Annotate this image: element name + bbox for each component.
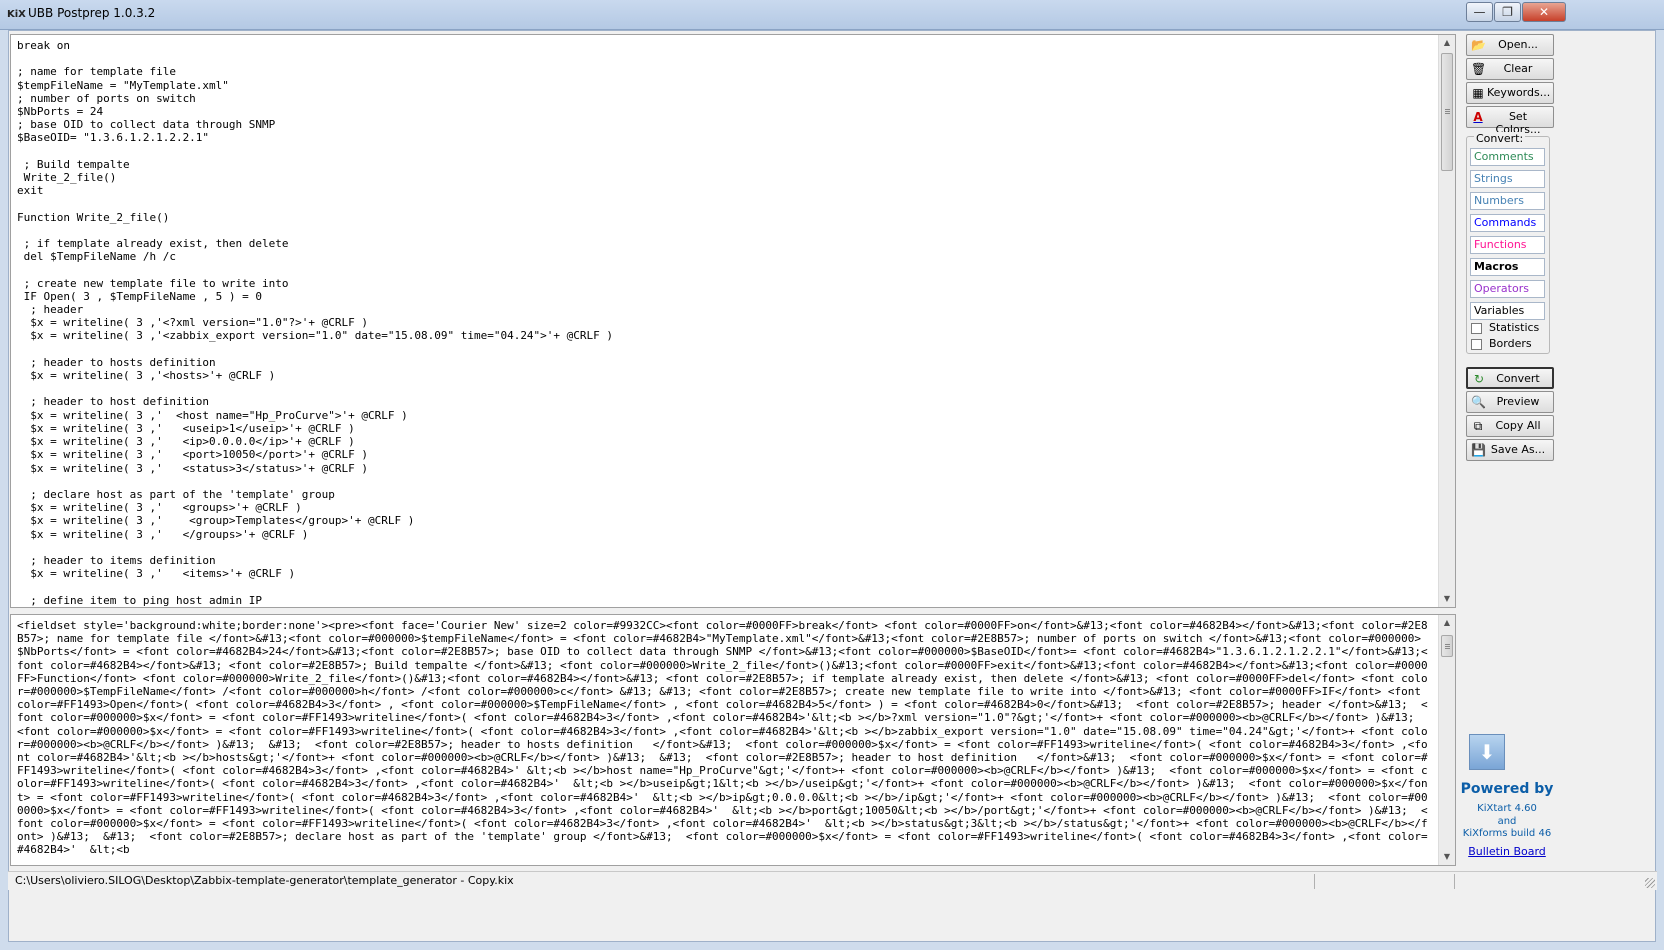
color-functions[interactable]: Functions	[1470, 236, 1545, 254]
checkbox-box[interactable]	[1471, 339, 1482, 350]
window-title: UBB Postprep 1.0.3.2	[28, 6, 156, 20]
html-output[interactable]: <fieldset style='background:white;border…	[10, 614, 1456, 866]
folder-icon: 📂	[1471, 38, 1486, 52]
color-macros[interactable]: Macros	[1470, 258, 1545, 276]
kixtart-version: KiXtart 4.60	[1477, 803, 1537, 814]
save-as-button[interactable]: 💾 Save As...	[1466, 439, 1554, 461]
minimize-button[interactable]: —	[1466, 2, 1493, 22]
open-button[interactable]: 📂 Open...	[1466, 34, 1554, 56]
checkbox-box[interactable]	[1471, 323, 1482, 334]
file-path: C:\Users\oliviero.SILOG\Desktop\Zabbix-t…	[15, 874, 514, 887]
source-editor[interactable]: break on ; name for template file $tempF…	[10, 34, 1456, 608]
title-bar: KiX UBB Postprep 1.0.3.2 — ❐ ✕	[0, 0, 1664, 30]
convert-icon: ↻	[1473, 372, 1485, 386]
font-color-icon: A	[1473, 110, 1483, 124]
kixforms-version: KiXforms build 46	[1462, 828, 1552, 839]
scroll-down-icon[interactable]: ▼	[1439, 591, 1455, 607]
restore-icon: ❐	[1502, 5, 1513, 19]
source-editor-scrollbar[interactable]: ▲ ▼	[1438, 35, 1455, 607]
color-strings[interactable]: Strings	[1470, 170, 1545, 188]
download-arrow-icon[interactable]: ⬇	[1469, 734, 1505, 770]
scroll-thumb[interactable]	[1441, 635, 1453, 657]
color-numbers[interactable]: Numbers	[1470, 192, 1545, 210]
close-button[interactable]: ✕	[1522, 2, 1566, 22]
maximize-button[interactable]: ❐	[1494, 2, 1521, 22]
html-output-scrollbar[interactable]: ▲ ▼	[1438, 615, 1455, 865]
color-operators[interactable]: Operators	[1470, 280, 1545, 298]
trash-icon: 🗑	[1471, 62, 1487, 76]
close-icon: ✕	[1538, 5, 1550, 19]
scroll-thumb[interactable]	[1441, 53, 1453, 171]
scroll-down-icon[interactable]: ▼	[1439, 849, 1455, 865]
status-divider	[1454, 874, 1455, 889]
copy-icon: ⧉	[1473, 419, 1483, 433]
color-comments[interactable]: Comments	[1470, 148, 1545, 166]
list-icon: ▦	[1472, 86, 1484, 100]
scroll-up-icon[interactable]: ▲	[1439, 35, 1455, 51]
set-colors-button[interactable]: A Set Colors...	[1466, 106, 1554, 136]
html-output-text[interactable]: <fieldset style='background:white;border…	[11, 615, 1455, 861]
credits-and: and	[1497, 816, 1517, 827]
preview-button[interactable]: 🔍 Preview	[1466, 391, 1554, 413]
floppy-icon: 💾	[1471, 443, 1486, 457]
status-bar: C:\Users\oliviero.SILOG\Desktop\Zabbix-t…	[8, 871, 1657, 890]
scroll-up-icon[interactable]: ▲	[1439, 615, 1455, 631]
keywords-button[interactable]: ▦ Keywords...	[1466, 82, 1554, 104]
convert-button[interactable]: ↻ Convert	[1466, 367, 1554, 389]
app-icon: KiX	[7, 9, 26, 20]
convert-group-title: Convert:	[1474, 132, 1526, 145]
status-divider	[1314, 874, 1315, 889]
powered-by-label: Powered by	[1460, 781, 1554, 797]
bulletin-board-link[interactable]: Bulletin Board	[1457, 845, 1557, 858]
resize-grip[interactable]	[1645, 878, 1655, 888]
color-commands[interactable]: Commands	[1470, 214, 1545, 232]
clear-button[interactable]: 🗑 Clear	[1466, 58, 1554, 80]
source-code-text[interactable]: break on ; name for template file $tempF…	[11, 35, 1455, 607]
color-variables[interactable]: Variables	[1470, 302, 1545, 320]
copy-all-button[interactable]: ⧉ Copy All	[1466, 415, 1554, 437]
minimize-icon: —	[1473, 5, 1486, 19]
magnifier-icon: 🔍	[1471, 395, 1486, 409]
